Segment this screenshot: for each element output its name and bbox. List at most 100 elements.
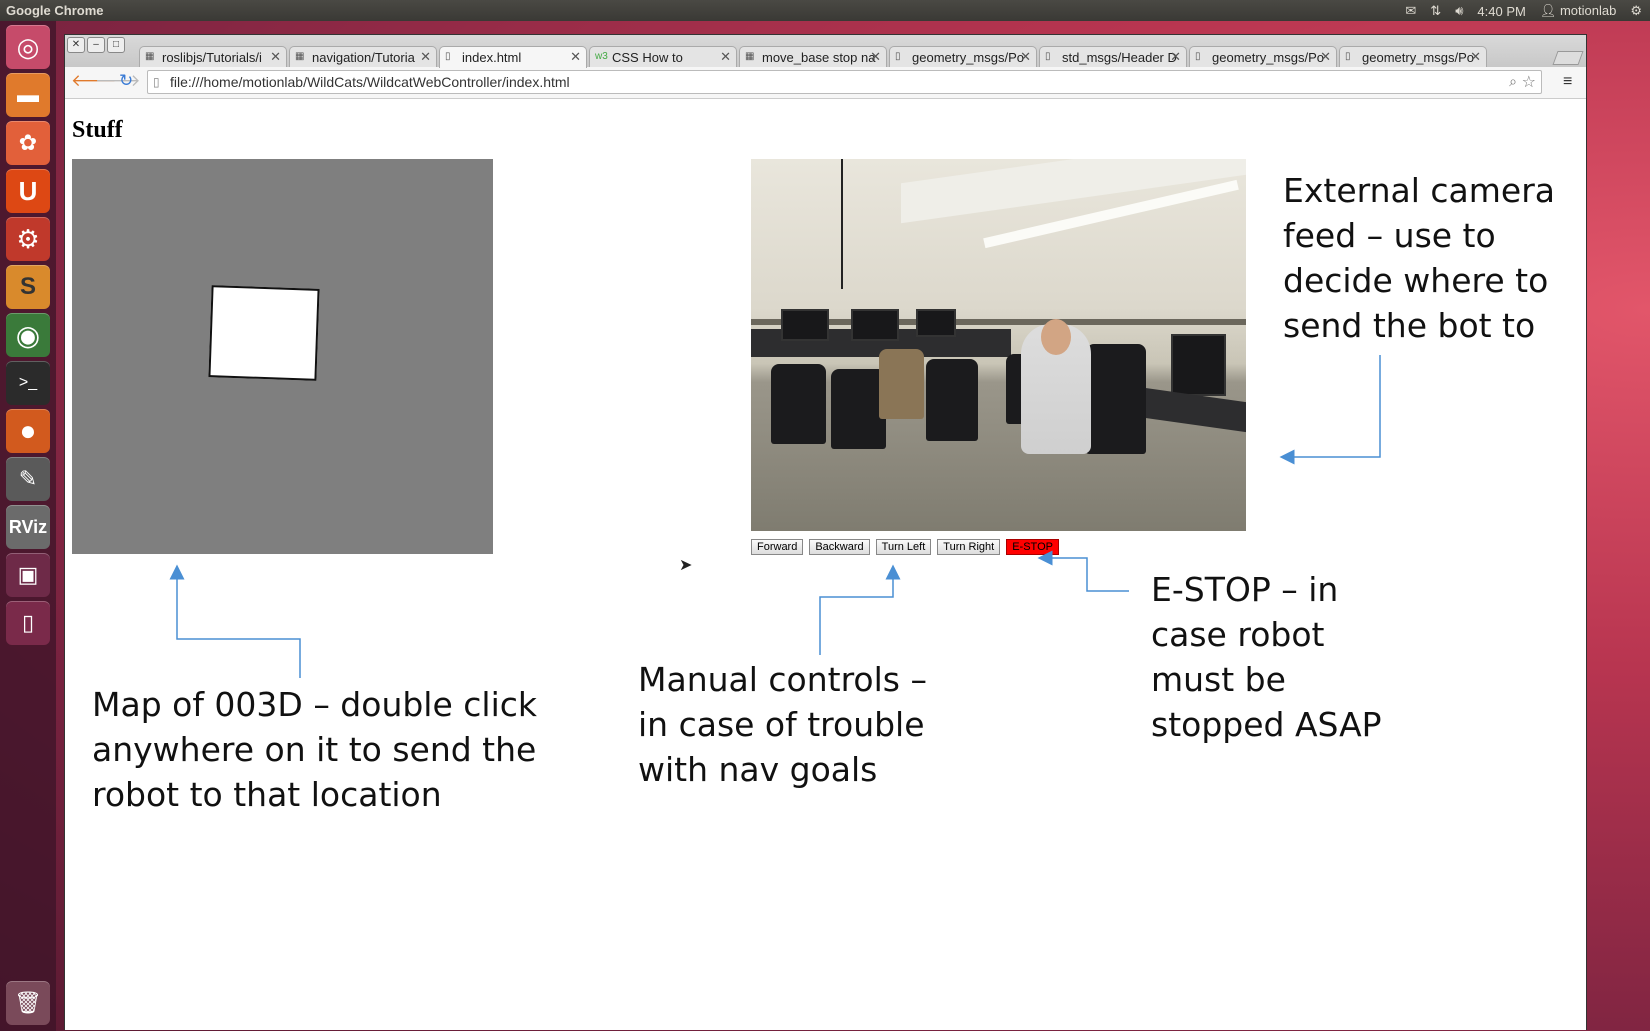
tab-close-icon[interactable]: ✕ — [570, 49, 581, 65]
w3schools-icon: w3 — [595, 51, 608, 62]
sublime-text-icon[interactable]: S — [6, 265, 50, 309]
chair — [831, 369, 886, 449]
forward-icon[interactable]: 🡒 — [95, 71, 141, 91]
tab-label: index.html — [462, 50, 522, 65]
page-icon: ▦ — [295, 51, 305, 62]
tab-close-icon[interactable]: ✕ — [1470, 49, 1481, 65]
monitor — [916, 309, 956, 337]
browser-toolbar: 🡐 🡒 ↻ ▯ file:///home/motionlab/WildCats/… — [65, 67, 1586, 99]
tab-label: std_msgs/Header D — [1062, 50, 1177, 65]
manual-arrow — [819, 564, 901, 655]
clock[interactable]: 4:40 PM — [1477, 4, 1525, 19]
camera-annotation: External camera feed – use to decide whe… — [1283, 171, 1556, 345]
tab-roslibjs[interactable]: ▦ roslibjs/Tutorials/i ✕ — [139, 46, 287, 68]
tab-close-icon[interactable]: ✕ — [420, 49, 431, 65]
reload-icon[interactable]: ↻ — [119, 71, 133, 91]
text-editor-icon[interactable]: ✎ — [6, 457, 50, 501]
maximize-window-button[interactable]: □ — [107, 37, 125, 53]
forward-button[interactable]: Forward — [751, 539, 804, 555]
document-icon: ▯ — [1195, 51, 1201, 62]
manual-controls: Forward Backward Turn Left Turn Right E-… — [751, 539, 1059, 555]
map-annotation: Map of 003D – double click anywhere on i… — [92, 685, 538, 814]
bookmark-star-icon[interactable]: ☆ — [1522, 72, 1536, 92]
tab-close-icon[interactable]: ✕ — [1020, 49, 1031, 65]
hanging-cable — [841, 159, 843, 289]
tab-geometry-msgs-3[interactable]: ▯ geometry_msgs/Po ✕ — [1339, 46, 1487, 68]
camera-arrow — [1279, 355, 1381, 465]
terminal-icon[interactable]: >_ — [6, 361, 50, 405]
network-icon[interactable]: ⇅ — [1430, 3, 1441, 19]
map-arrow — [169, 564, 301, 678]
tab-move-base[interactable]: ▦ move_base stop na ✕ — [739, 46, 887, 68]
page-icon: ▦ — [745, 51, 755, 62]
tab-close-icon[interactable]: ✕ — [720, 49, 731, 65]
person-head — [1041, 319, 1071, 355]
tab-close-icon[interactable]: ✕ — [1320, 49, 1331, 65]
ubuntu-one-icon[interactable]: U — [6, 169, 50, 213]
manual-controls-annotation: Manual controls – in case of trouble wit… — [638, 660, 927, 789]
launcher: ◎ ▬ ✿ U ⚙ S ◉ >_ ● ✎ RViz ▣ ▯ 🗑︎ — [0, 21, 56, 1031]
new-tab-button[interactable] — [1552, 51, 1584, 65]
page-icon: ▦ — [145, 51, 155, 62]
close-window-button[interactable]: ✕ — [67, 37, 85, 53]
monitor — [1171, 334, 1226, 396]
tab-close-icon[interactable]: ✕ — [870, 49, 881, 65]
backward-button[interactable]: Backward — [809, 539, 870, 555]
tab-geometry-msgs-1[interactable]: ▯ geometry_msgs/Po ✕ — [889, 46, 1037, 68]
panel-indicators: ✉ ⇅ 🔊︎ 4:40 PM 👤︎ motionlab ⚙ — [1405, 3, 1642, 19]
tab-strip: ✕ – □ ▦ roslibjs/Tutorials/i ✕ ▦ navigation… — [65, 35, 1586, 68]
monitor — [851, 309, 899, 341]
estop-button[interactable]: E-STOP — [1006, 539, 1059, 555]
device-icon[interactable]: ▯ — [6, 601, 50, 645]
tab-close-icon[interactable]: ✕ — [270, 49, 281, 65]
tab-label: geometry_msgs/Po — [1362, 50, 1474, 65]
turn-right-button[interactable]: Turn Right — [937, 539, 1001, 555]
map-explored-area — [208, 285, 320, 381]
rviz-icon[interactable]: RViz — [6, 505, 50, 549]
workspace-switcher-icon[interactable]: ▣ — [6, 553, 50, 597]
map-canvas[interactable] — [72, 159, 493, 554]
monitor — [781, 309, 829, 341]
turn-left-button[interactable]: Turn Left — [875, 539, 932, 555]
browser-window: ✕ – □ ▦ roslibjs/Tutorials/i ✕ ▦ navigation… — [64, 34, 1587, 1030]
tab-geometry-msgs-2[interactable]: ▯ geometry_msgs/Po ✕ — [1189, 46, 1337, 68]
camera-feed — [751, 159, 1246, 531]
top-panel: Google Chrome ✉ ⇅ 🔊︎ 4:40 PM 👤︎ motionla… — [0, 0, 1650, 21]
system-settings-icon[interactable]: ⚙ — [6, 217, 50, 261]
tab-label: roslibjs/Tutorials/i — [162, 50, 262, 65]
document-icon: ▯ — [445, 51, 451, 62]
url-text[interactable]: file:///home/motionlab/WildCats/WildcatW… — [170, 74, 570, 90]
tab-css-how-to[interactable]: w3 CSS How to ✕ — [589, 46, 737, 68]
chair — [1086, 344, 1146, 454]
menu-icon[interactable]: ≡ — [1563, 73, 1572, 91]
minimize-window-button[interactable]: – — [87, 37, 105, 53]
tab-navigation[interactable]: ▦ navigation/Tutoria ✕ — [289, 46, 437, 68]
tab-std-msgs-header[interactable]: ▯ std_msgs/Header D ✕ — [1039, 46, 1187, 68]
address-bar[interactable]: ▯ file:///home/motionlab/WildCats/Wildca… — [147, 70, 1542, 94]
tab-index-html[interactable]: ▯ index.html ✕ — [439, 46, 587, 68]
tab-label: CSS How to — [612, 50, 683, 65]
files-icon[interactable]: ▬ — [6, 73, 50, 117]
document-icon: ▯ — [1045, 51, 1051, 62]
document-icon: ▯ — [1345, 51, 1351, 62]
document-icon: ▯ — [895, 51, 901, 62]
active-app-title: Google Chrome — [6, 3, 104, 18]
tab-label: navigation/Tutoria — [312, 50, 415, 65]
search-icon[interactable]: ⌕ — [1509, 73, 1517, 90]
dash-home-icon[interactable]: ◎ — [6, 25, 50, 69]
user-menu[interactable]: 👤︎ motionlab — [1540, 3, 1617, 19]
chair — [879, 349, 924, 419]
trash-icon[interactable]: 🗑︎ — [6, 981, 50, 1025]
software-center-icon[interactable]: ✿ — [6, 121, 50, 165]
chrome-icon[interactable]: ◉ — [6, 313, 50, 357]
firefox-icon[interactable]: ● — [6, 409, 50, 453]
chair — [771, 364, 826, 444]
mail-icon[interactable]: ✉ — [1405, 3, 1416, 19]
gear-icon[interactable]: ⚙ — [1630, 3, 1642, 19]
volume-icon[interactable]: 🔊︎ — [1455, 3, 1463, 19]
page-title: Stuff — [72, 117, 123, 143]
tab-label: geometry_msgs/Po — [912, 50, 1024, 65]
tab-close-icon[interactable]: ✕ — [1170, 49, 1181, 65]
user-icon: 👤︎ — [1539, 3, 1557, 18]
tab-label: geometry_msgs/Po — [1212, 50, 1324, 65]
